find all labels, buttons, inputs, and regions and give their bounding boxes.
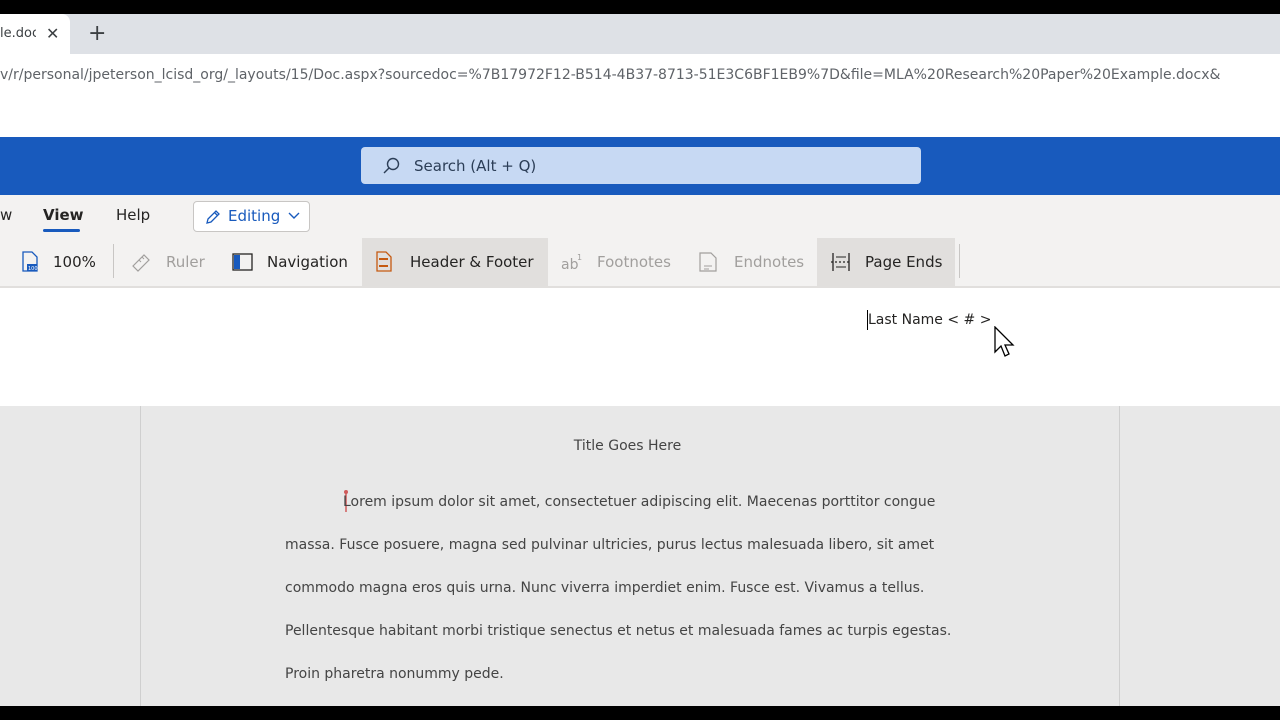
header-footer-label: Header & Footer bbox=[410, 253, 534, 271]
endnotes-label: Endnotes bbox=[734, 253, 805, 271]
zoom-button[interactable]: 100 100% bbox=[10, 238, 105, 286]
ruler-label: Ruler bbox=[166, 253, 205, 271]
ribbon-commands: 100 100% Ruler Navigation Header & Foote… bbox=[0, 238, 1280, 288]
svg-text:ab: ab bbox=[561, 257, 579, 273]
chevron-down-icon bbox=[288, 212, 300, 219]
document-title[interactable]: Title Goes Here bbox=[140, 438, 1115, 454]
svg-text:1: 1 bbox=[577, 253, 582, 262]
pencil-icon bbox=[206, 210, 220, 224]
page-ends-button[interactable]: Page Ends bbox=[817, 238, 955, 286]
search-icon bbox=[383, 157, 400, 174]
svg-text:100: 100 bbox=[28, 266, 38, 272]
footnotes-label: Footnotes bbox=[597, 253, 671, 271]
editing-label: Editing bbox=[228, 207, 281, 225]
zoom-label: 100% bbox=[53, 253, 96, 271]
footnotes-button[interactable]: ab 1 Footnotes bbox=[552, 238, 682, 286]
ruler-icon bbox=[132, 254, 150, 272]
paragraph-line[interactable]: Lorem ipsum dolor sit amet, consectetuer… bbox=[343, 494, 935, 510]
paragraph-line[interactable]: commodo magna eros quis urna. Nunc viver… bbox=[285, 580, 924, 596]
search-input[interactable]: Search (Alt + Q) bbox=[361, 147, 921, 184]
separator bbox=[959, 244, 960, 278]
page-ends-icon bbox=[831, 253, 851, 271]
browser-tab-strip: le.doc ✕ + bbox=[0, 14, 1280, 54]
search-placeholder: Search (Alt + Q) bbox=[414, 157, 537, 175]
address-bar[interactable]: v/r/personal/jpeterson_lcisd_org/_layout… bbox=[0, 54, 1280, 98]
url-text[interactable]: v/r/personal/jpeterson_lcisd_org/_layout… bbox=[0, 67, 1280, 83]
new-tab-icon[interactable]: + bbox=[88, 22, 106, 46]
navigation-label: Navigation bbox=[267, 253, 348, 271]
header-text[interactable]: Last Name < # > bbox=[868, 312, 991, 328]
bookmarks-area bbox=[0, 98, 1280, 137]
navigation-button[interactable]: Navigation bbox=[222, 238, 360, 286]
tab-review-partial[interactable]: w bbox=[0, 206, 12, 224]
paragraph-line[interactable]: massa. Fusce posuere, magna sed pulvinar… bbox=[285, 537, 934, 553]
tab-view[interactable]: View bbox=[43, 206, 84, 224]
ruler-button[interactable]: Ruler bbox=[122, 238, 217, 286]
zoom-icon: 100 bbox=[22, 251, 38, 272]
header-footer-button[interactable]: Header & Footer bbox=[362, 238, 548, 286]
separator bbox=[113, 244, 114, 278]
browser-tab[interactable]: le.doc ✕ bbox=[0, 14, 70, 54]
endnotes-button[interactable]: Endnotes bbox=[690, 238, 812, 286]
editing-mode-button[interactable]: Editing bbox=[193, 201, 310, 232]
active-tab-indicator bbox=[43, 229, 80, 232]
paragraph-line[interactable]: Proin pharetra nonummy pede. bbox=[285, 666, 504, 682]
page-edge-right bbox=[1119, 406, 1120, 706]
tab-help[interactable]: Help bbox=[116, 206, 150, 224]
ribbon-tab-bar: w View Help Editing bbox=[0, 195, 1280, 238]
header-footer-icon bbox=[376, 251, 392, 272]
screen-bottom-edge bbox=[0, 706, 1280, 720]
mouse-pointer-icon bbox=[994, 326, 1015, 357]
browser-tab-title: le.doc bbox=[0, 26, 36, 41]
navigation-pane-icon bbox=[232, 253, 253, 271]
document-header-area[interactable]: Last Name < # > bbox=[0, 288, 1280, 406]
footnotes-icon: ab 1 bbox=[561, 253, 582, 273]
endnotes-icon bbox=[699, 252, 717, 272]
app-header-bar: Search (Alt + Q) bbox=[0, 137, 1280, 195]
close-icon[interactable]: ✕ bbox=[46, 24, 59, 44]
paragraph-line[interactable]: Pellentesque habitant morbi tristique se… bbox=[285, 623, 951, 639]
page-ends-label: Page Ends bbox=[865, 253, 943, 271]
